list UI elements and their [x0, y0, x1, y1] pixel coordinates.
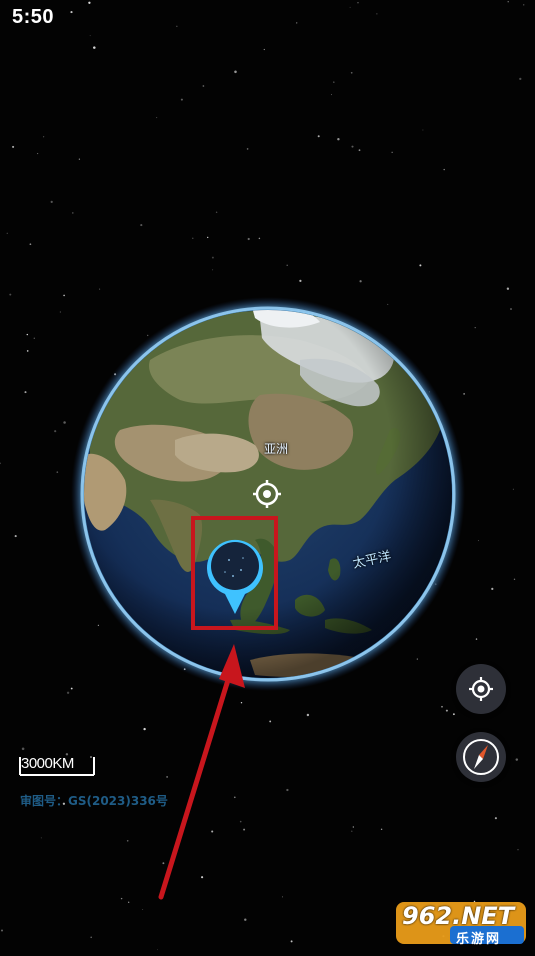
scale-label: 3000KM: [21, 755, 74, 772]
compass-icon: [463, 739, 499, 775]
crosshair-icon: [469, 677, 493, 701]
map-label-asia: 亚洲: [264, 442, 289, 456]
watermark-subtitle: 乐游网: [456, 932, 502, 947]
watermark-brand: 962.NET: [402, 902, 515, 930]
compass-button[interactable]: [456, 732, 506, 782]
map-approval-number: 审图号：GS(2023)336号: [20, 794, 168, 808]
annotation-highlight-box: [191, 516, 278, 630]
center-target-icon: [253, 480, 281, 508]
my-location-button[interactable]: [456, 664, 506, 714]
